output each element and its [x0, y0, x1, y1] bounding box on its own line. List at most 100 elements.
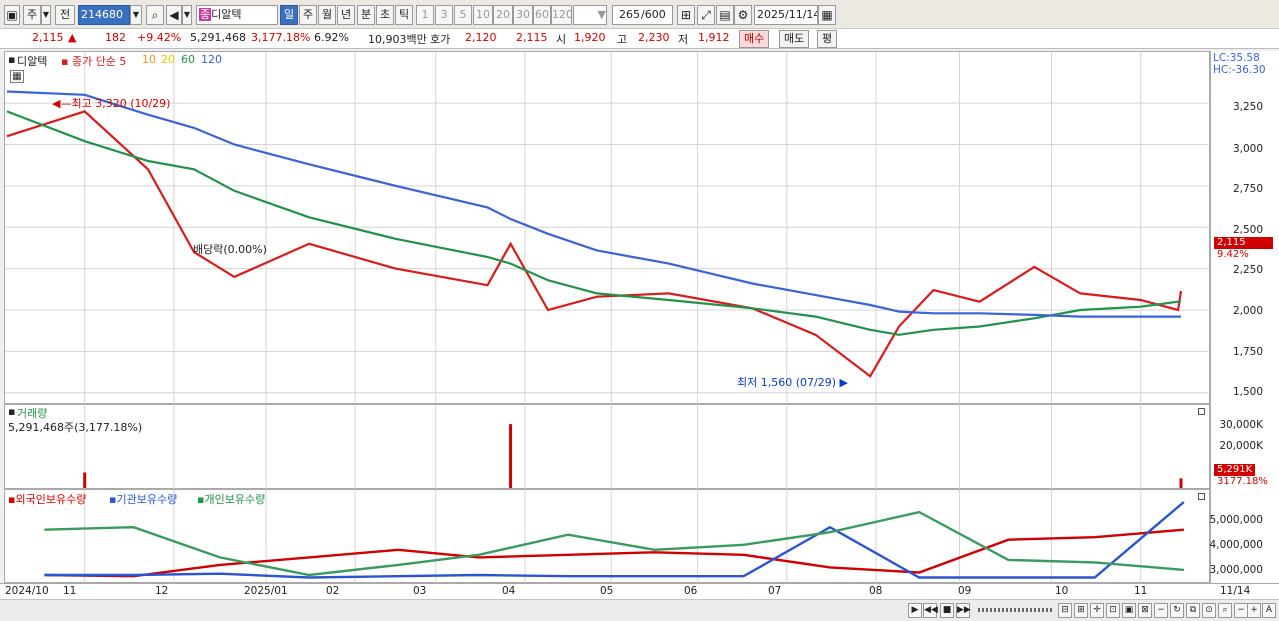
zoom-fit-icon[interactable]: ⊙ — [1202, 603, 1216, 618]
up-arrow-icon: ▲ — [68, 31, 77, 44]
chevron-down-icon[interactable]: ▼ — [130, 5, 142, 25]
volume-panel[interactable]: ▪ 거래량 5,291,468주(3,177.18%) — [4, 404, 1210, 490]
compare-icon[interactable]: ⤢ — [697, 5, 715, 25]
interval-60-button[interactable]: 60 — [533, 5, 551, 25]
period-week-button[interactable]: 주 — [299, 5, 317, 25]
volume-info: 5,291,468주(3,177.18%) — [8, 421, 143, 434]
price-tag: 2,115 — [1214, 237, 1273, 249]
period-month-button[interactable]: 월 — [318, 5, 336, 25]
custom-interval-select[interactable]: ▼ — [573, 5, 607, 25]
y-tick: 2,000 — [1232, 305, 1263, 317]
window-icon[interactable]: ▣ — [1122, 603, 1136, 618]
stop-icon[interactable]: ■ — [940, 603, 954, 618]
chevron-down-icon[interactable]: ▼ — [182, 5, 192, 25]
lc-value: LC:35.58 — [1213, 52, 1260, 64]
company-name-field[interactable]: 종디알텍 — [196, 5, 278, 25]
speaker-icon[interactable]: ◀ — [166, 5, 182, 25]
foreign-legend-text: 외국인보유수량 — [15, 493, 87, 506]
sell-button[interactable]: 매도 — [779, 30, 810, 48]
chart-tools-icon[interactable]: ⊞ — [677, 5, 695, 25]
chart-toggle-icon[interactable]: ▪ — [8, 405, 15, 418]
price-pct-tag: 9.42% — [1214, 249, 1252, 261]
interval-3-button[interactable]: 3 — [435, 5, 453, 25]
x-axis-end-date: 11/14 — [1220, 585, 1251, 597]
volume-tag: 5,291K — [1214, 464, 1256, 476]
gear-icon[interactable]: ⚙ — [734, 5, 752, 25]
price-change: 182 — [105, 31, 126, 44]
scroll-start-icon[interactable]: ◀◀ — [923, 603, 938, 618]
kospi-badge-icon: 종 — [199, 8, 212, 21]
ma5-legend: 종가 단순 5 — [71, 55, 127, 68]
y-tick: 2,750 — [1232, 183, 1263, 195]
price-chart-panel[interactable]: ▪ 디알텍 ▪ 종가 단순 5 10 20 60 120 ▦ ◀—최고 3,32… — [4, 51, 1211, 405]
period-type-select[interactable]: 전 — [55, 5, 75, 25]
search-icon[interactable]: ⌕ — [146, 5, 164, 25]
count-input[interactable]: 265 — [612, 5, 642, 25]
current-price: 2,115 — [32, 31, 64, 44]
maximize-icon[interactable] — [1198, 408, 1205, 415]
hc-value: HC:-36.30 — [1213, 64, 1266, 76]
x-tick: 08 — [869, 585, 883, 597]
interval-1-button[interactable]: 1 — [416, 5, 434, 25]
eval-button[interactable]: 평 — [817, 30, 838, 48]
scroll-end-icon[interactable]: ▶▶ — [956, 603, 971, 618]
zoom-out-icon[interactable]: − — [1234, 603, 1248, 618]
split-icon[interactable]: ⊟ — [1058, 603, 1072, 618]
zoom-slider[interactable] — [978, 608, 1054, 612]
period-tick-button[interactable]: 틱 — [395, 5, 413, 25]
interval-20-button[interactable]: 20 — [493, 5, 513, 25]
change-percent: +9.42% — [137, 31, 182, 44]
holdings-axis: 5,000,000 4,000,000 3,000,000 — [1210, 489, 1279, 583]
interval-5-button[interactable]: 5 — [454, 5, 472, 25]
lock-icon[interactable]: ⊠ — [1138, 603, 1152, 618]
scroll-right-icon[interactable]: ▶ — [908, 603, 922, 618]
y-tick: 1,500 — [1232, 386, 1263, 398]
holdings-chart — [44, 490, 1185, 584]
chart-toggle-icon[interactable]: ▪ — [8, 53, 15, 66]
max-price-note: ◀—최고 3,320 (10/29) — [52, 97, 171, 110]
date-input[interactable]: 2025/11/14 — [754, 5, 818, 25]
layout-icon[interactable]: ▣ — [4, 5, 20, 25]
crosshair-icon[interactable]: ✛ — [1090, 603, 1104, 618]
holdings-panel[interactable]: ▪외국인보유수량 ▪기관보유수량 ▪개인보유수량 — [4, 489, 1210, 584]
save-icon[interactable]: ▤ — [716, 5, 734, 25]
interval-120-button[interactable]: 120 — [551, 5, 572, 25]
open-label: 시 — [556, 33, 567, 46]
min-price-note: 최저 1,560 (07/29) ▶ — [737, 376, 848, 389]
zoom-in-icon[interactable]: + — [1247, 603, 1261, 618]
maximize-icon[interactable] — [1198, 493, 1205, 500]
y-tick: 3,000,000 — [1209, 564, 1263, 576]
period-year-button[interactable]: 년 — [337, 5, 355, 25]
interval-10-button[interactable]: 10 — [473, 5, 493, 25]
company-name: 디알텍 — [211, 8, 242, 21]
search-icon[interactable]: ⌕ — [1218, 603, 1232, 618]
buy-button[interactable]: 매수 — [739, 30, 770, 48]
volume-percent: 3,177.18% — [251, 31, 311, 44]
y-tick: 2,500 — [1232, 224, 1263, 236]
series-line — [6, 90, 1181, 318]
interval-30-button[interactable]: 30 — [513, 5, 533, 25]
minimize-icon[interactable]: − — [1154, 603, 1168, 618]
toolbar: ▣ 주 ▼ 전 214680 ▼ ⌕ ◀ ▼ 종디알텍 일 주 월 년 분 초 … — [0, 0, 1279, 29]
auto-scale-icon[interactable]: A — [1262, 603, 1276, 618]
institution-legend: ▪기관보유수량 — [109, 493, 178, 506]
period-day-button[interactable]: 일 — [280, 5, 298, 25]
market-select[interactable]: 주 — [23, 5, 41, 25]
individual-legend: ▪개인보유수량 — [197, 493, 266, 506]
chevron-down-icon[interactable]: ▼ — [41, 5, 51, 25]
refresh-icon[interactable]: ↻ — [1170, 603, 1184, 618]
high-price: 2,230 — [638, 31, 670, 44]
code-input[interactable]: 214680 — [78, 5, 130, 25]
count-total: /600 — [641, 5, 673, 25]
calculator-icon[interactable]: ▦ — [10, 70, 24, 83]
period-minute-button[interactable]: 분 — [357, 5, 375, 25]
x-tick: 2025/01 — [244, 585, 288, 597]
y-tick: 20,000K — [1219, 440, 1263, 452]
overlay-icon[interactable]: ⊞ — [1074, 603, 1088, 618]
calendar-icon[interactable]: ▦ — [818, 5, 836, 25]
period-second-button[interactable]: 초 — [376, 5, 394, 25]
copy-icon[interactable]: ⧉ — [1186, 603, 1200, 618]
arrange-icon[interactable]: ⊡ — [1106, 603, 1120, 618]
ask-price: 2,115 — [516, 31, 548, 44]
x-tick: 07 — [768, 585, 782, 597]
